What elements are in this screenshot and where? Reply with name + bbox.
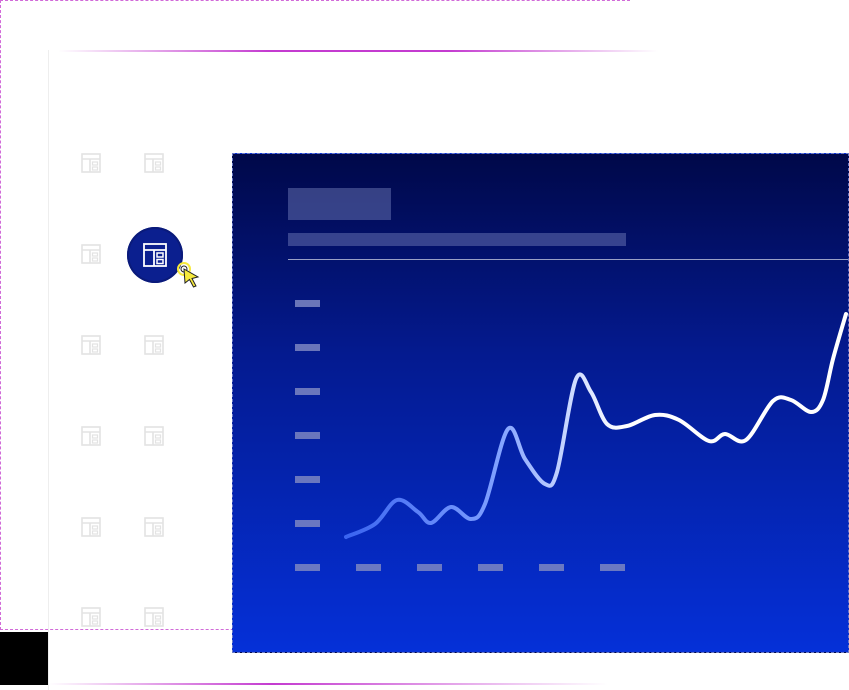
layout-icon[interactable] [143, 606, 165, 628]
layout-icon[interactable] [143, 334, 165, 356]
chart-panel[interactable] [232, 153, 849, 653]
line-chart [295, 300, 848, 571]
layout-icon[interactable] [80, 425, 102, 447]
layout-icon[interactable] [80, 152, 102, 174]
x-tick-label-4 [600, 564, 625, 571]
x-tick-label-1 [417, 564, 442, 571]
x-tick-label-2 [478, 564, 503, 571]
y-tick-label-0 [295, 300, 320, 307]
y-tick-label-3 [295, 432, 320, 439]
series-line [344, 312, 848, 539]
x-tick-label-0 [356, 564, 381, 571]
layout-icon [143, 243, 167, 267]
y-tick-label-1 [295, 344, 320, 351]
layout-icon[interactable] [143, 152, 165, 174]
layout-icon[interactable] [80, 334, 102, 356]
y-tick-label-4 [295, 476, 320, 483]
layout-icon[interactable] [143, 425, 165, 447]
pointer-cursor-icon [177, 262, 200, 288]
layout-icon[interactable] [143, 516, 165, 538]
layout-icon[interactable] [80, 516, 102, 538]
layout-icon[interactable] [80, 606, 102, 628]
y-tick-label-6 [295, 564, 320, 571]
layout-icon[interactable] [80, 243, 102, 265]
y-tick-label-5 [295, 520, 320, 527]
inner-frame-top-edge [58, 50, 658, 52]
y-tick-label-2 [295, 388, 320, 395]
x-tick-label-3 [539, 564, 564, 571]
corner-block [0, 632, 48, 685]
